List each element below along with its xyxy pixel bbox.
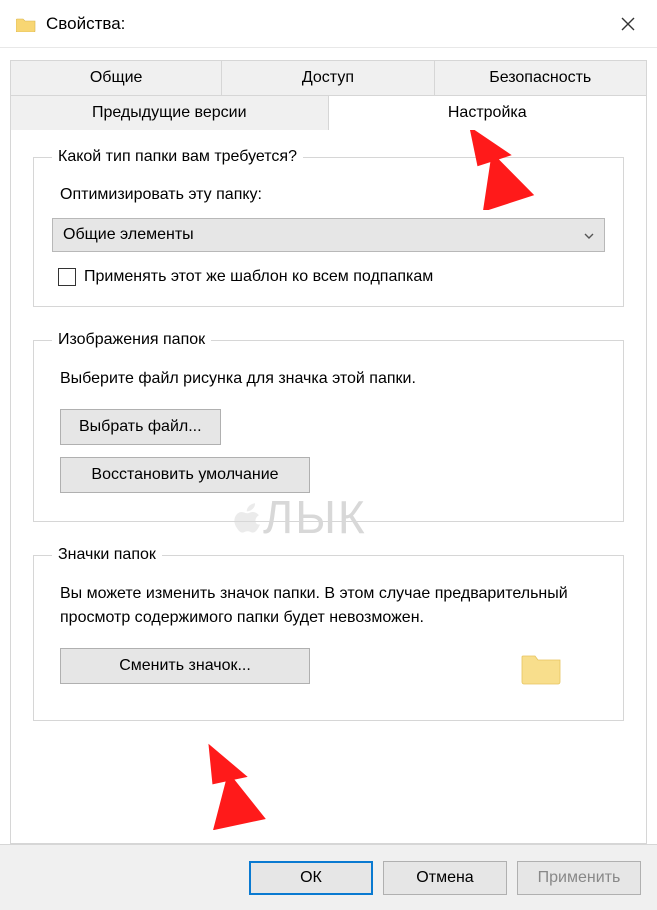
optimize-label: Оптимизировать эту папку:	[60, 186, 605, 204]
folder-icon-preview	[521, 650, 563, 686]
folder-icons-desc: Вы можете изменить значок папки. В этом …	[60, 582, 605, 630]
group-folder-icons-legend: Значки папок	[52, 546, 162, 564]
chevron-down-icon	[584, 228, 594, 242]
change-icon-button[interactable]: Сменить значок...	[60, 648, 310, 684]
optimize-dropdown-value: Общие элементы	[63, 226, 194, 244]
tab-previous-versions[interactable]: Предыдущие версии	[10, 95, 329, 130]
apply-subfolders-checkbox[interactable]	[58, 268, 76, 286]
tab-general[interactable]: Общие	[10, 60, 222, 95]
group-folder-icons: Значки папок Вы можете изменить значок п…	[33, 546, 624, 721]
tab-sharing[interactable]: Доступ	[222, 60, 434, 95]
group-folder-type: Какой тип папки вам требуется? Оптимизир…	[33, 148, 624, 307]
group-folder-pictures-legend: Изображения папок	[52, 331, 211, 349]
dialog-footer: ОК Отмена Применить	[0, 844, 657, 910]
tab-customize[interactable]: Настройка	[329, 95, 648, 130]
group-folder-pictures: Изображения папок Выберите файл рисунка …	[33, 331, 624, 522]
tabs-row1: Общие Доступ Безопасность	[10, 60, 647, 95]
choose-file-button[interactable]: Выбрать файл...	[60, 409, 221, 445]
group-folder-type-legend: Какой тип папки вам требуется?	[52, 148, 303, 166]
tabs-row2: Предыдущие версии Настройка	[10, 95, 647, 130]
restore-default-button[interactable]: Восстановить умолчание	[60, 457, 310, 493]
cancel-button[interactable]: Отмена	[383, 861, 507, 895]
apply-subfolders-label: Применять этот же шаблон ко всем подпапк…	[84, 268, 433, 286]
optimize-dropdown[interactable]: Общие элементы	[52, 218, 605, 252]
tab-pane-customize: ЛЫК Какой тип папки вам требуется? Оптим…	[10, 130, 647, 844]
folder-icon	[16, 16, 36, 32]
titlebar: Свойства:	[0, 0, 657, 48]
apply-button[interactable]: Применить	[517, 861, 641, 895]
annotation-arrow-bottom	[186, 740, 276, 830]
close-button[interactable]	[605, 8, 651, 40]
tab-security[interactable]: Безопасность	[435, 60, 647, 95]
window-title: Свойства:	[46, 14, 605, 34]
ok-button[interactable]: ОК	[249, 861, 373, 895]
apply-subfolders-row[interactable]: Применять этот же шаблон ко всем подпапк…	[58, 268, 605, 286]
folder-pictures-desc: Выберите файл рисунка для значка этой па…	[60, 367, 605, 391]
